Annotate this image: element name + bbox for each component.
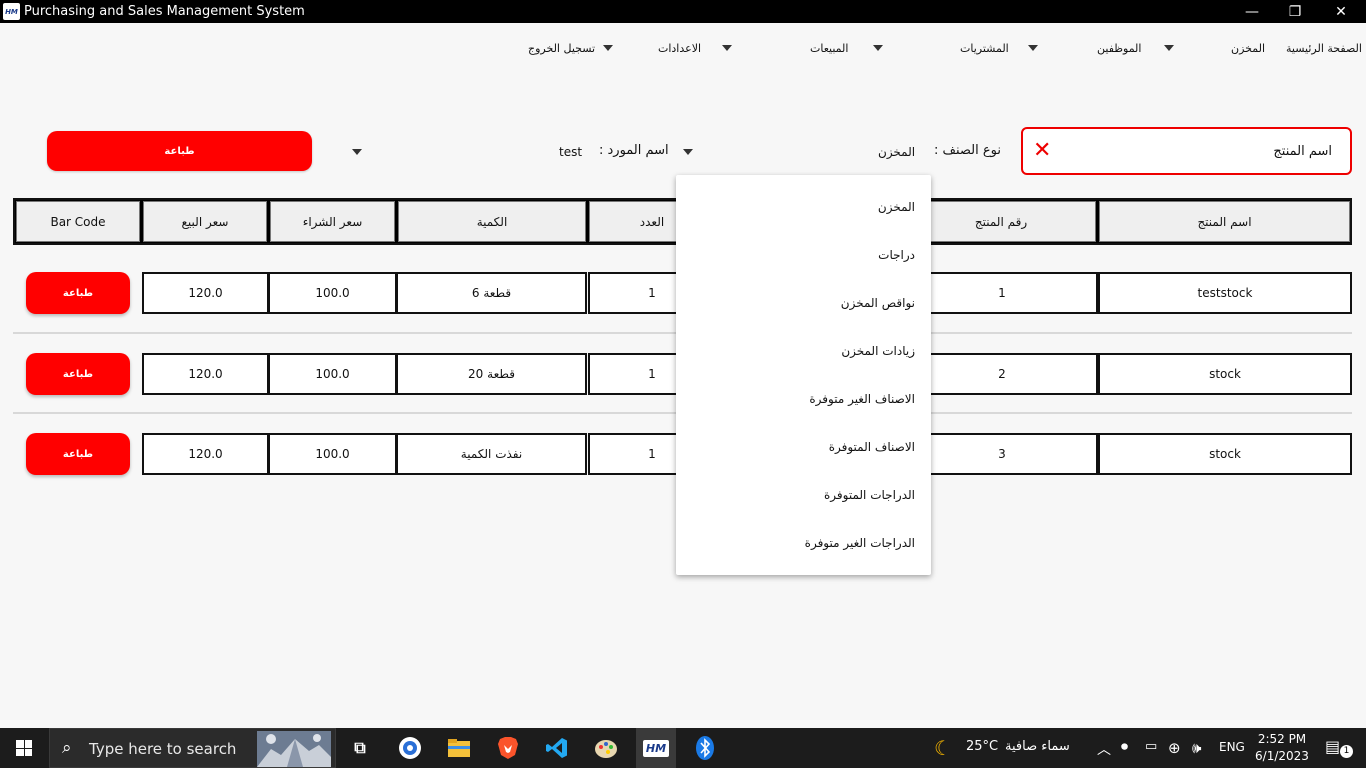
header-buy-price: سعر الشراء (270, 201, 395, 242)
taskbar-search[interactable]: ⌕ Type here to search (49, 728, 336, 768)
dropdown-option[interactable]: زيادات المخزن (841, 344, 915, 358)
speaker-icon[interactable]: 🕪 (1192, 739, 1201, 757)
cell-quantity: نفذت الكمية (396, 433, 587, 475)
cell-product-name: stock (1098, 433, 1352, 475)
supplier-label: اسم المورد : (599, 143, 669, 158)
product-search-input[interactable] (1092, 141, 1332, 161)
header-barcode: Bar Code (16, 201, 140, 242)
cell-quantity: 6 قطعة (396, 272, 587, 314)
windows-icon (16, 740, 32, 756)
clock-time: 2:52 PM (1257, 732, 1307, 746)
menu-settings[interactable]: الاعدادات (658, 40, 701, 56)
weather-temperature[interactable]: 25°C (966, 739, 998, 754)
product-search-field[interactable]: ✕ (1021, 127, 1352, 175)
cell-buy-price: 100.0 (268, 353, 397, 395)
search-icon: ⌕ (62, 738, 72, 758)
menu-employees[interactable]: الموظفين (1097, 40, 1141, 56)
restore-button[interactable]: ❐ (1272, 0, 1318, 23)
menu-logout[interactable]: تسجيل الخروج (528, 40, 595, 56)
paint-app-icon[interactable] (592, 734, 620, 762)
mountain-highlight-icon (257, 731, 331, 767)
clock[interactable]: 2:52 PM 6/1/2023 (1252, 731, 1312, 765)
header-sell-price: سعر البيع (143, 201, 267, 242)
notification-icon[interactable]: ▤ (1325, 737, 1340, 756)
notification-badge: 1 (1340, 745, 1353, 758)
supplier-dropdown-icon[interactable] (352, 149, 362, 155)
chevron-down-icon[interactable] (1028, 45, 1038, 51)
cell-sell-price: 120.0 (142, 433, 269, 475)
search-placeholder: Type here to search (89, 740, 237, 758)
dropdown-option[interactable]: المخزن (878, 200, 915, 214)
chevron-down-icon[interactable] (722, 45, 732, 51)
category-label: نوع الصنف : (934, 143, 1001, 158)
dropdown-option[interactable]: الدراجات المتوفرة (824, 488, 915, 502)
cell-product-number: 2 (906, 353, 1098, 395)
chevron-down-icon[interactable] (603, 45, 613, 51)
title-bar: HM Purchasing and Sales Management Syste… (0, 0, 1366, 23)
cell-buy-price: 100.0 (268, 272, 397, 314)
language-indicator[interactable]: ENG (1219, 740, 1245, 754)
chevron-up-icon[interactable]: ︿ (1097, 739, 1111, 759)
cell-sell-price: 120.0 (142, 353, 269, 395)
moon-weather-icon[interactable]: ☾ (934, 736, 952, 760)
battery-icon[interactable]: ▭ (1145, 739, 1157, 754)
row-print-button[interactable]: طباعة (26, 433, 130, 475)
row-print-button[interactable]: طباعة (26, 272, 130, 314)
weather-description[interactable]: سماء صافية (1005, 739, 1070, 754)
cell-buy-price: 100.0 (268, 433, 397, 475)
vscode-icon[interactable] (543, 734, 571, 762)
dropdown-option[interactable]: دراجات (878, 248, 915, 262)
chevron-down-icon[interactable] (873, 45, 883, 51)
taskbar: ⌕ Type here to search ⧉ HM ☾ 25°C سماء ص… (0, 728, 1366, 768)
header-product-name: اسم المنتج (1099, 201, 1350, 242)
menu-sales[interactable]: المبيعات (810, 40, 848, 56)
task-view-icon[interactable]: ⧉ (346, 734, 374, 762)
cell-product-name: stock (1098, 353, 1352, 395)
file-explorer-icon[interactable] (445, 734, 473, 762)
header-quantity: الكمية (398, 201, 586, 242)
bluetooth-icon[interactable] (691, 734, 719, 762)
category-dropdown-menu: المخزن دراجات نواقص المخزن زيادات المخزن… (676, 175, 931, 575)
chevron-down-icon[interactable] (1164, 45, 1174, 51)
browser-app-icon[interactable] (396, 734, 424, 762)
menu-store[interactable]: المخزن (1231, 40, 1265, 56)
app-logo-icon: HM (3, 3, 20, 20)
dropdown-option[interactable]: الاصناف الغير متوفرة (809, 392, 915, 406)
dropdown-option[interactable]: نواقص المخزن (841, 296, 915, 310)
cell-quantity: 20 قطعة (396, 353, 587, 395)
menu-purchases[interactable]: المشتريات (960, 40, 1009, 56)
supplier-value[interactable]: test (559, 145, 582, 159)
hm-app-taskbar-icon[interactable]: HM (636, 728, 676, 768)
menu-home[interactable]: الصفحة الرئيسية (1286, 40, 1362, 56)
cell-sell-price: 120.0 (142, 272, 269, 314)
window-title: Purchasing and Sales Management System (24, 4, 305, 19)
cell-product-number: 3 (906, 433, 1098, 475)
camera-icon[interactable]: ⏺ (1121, 739, 1128, 755)
row-print-button[interactable]: طباعة (26, 353, 130, 395)
cell-product-number: 1 (906, 272, 1098, 314)
category-dropdown-icon[interactable] (683, 149, 693, 155)
category-value[interactable]: المخزن (878, 145, 915, 159)
minimize-button[interactable]: — (1229, 0, 1275, 23)
dropdown-option[interactable]: الاصناف المتوفرة (829, 440, 915, 454)
cell-product-name: teststock (1098, 272, 1352, 314)
print-all-button[interactable]: طباعة (47, 131, 312, 171)
start-button[interactable] (0, 728, 48, 768)
header-product-number: رقم المنتج (906, 201, 1096, 242)
dropdown-option[interactable]: الدراجات الغير متوفرة (805, 536, 915, 550)
brave-browser-icon[interactable] (494, 734, 522, 762)
clear-search-icon[interactable]: ✕ (1033, 139, 1053, 163)
close-button[interactable]: ✕ (1318, 0, 1364, 23)
clock-date: 6/1/2023 (1255, 749, 1309, 763)
globe-network-icon[interactable]: ⊕ (1168, 739, 1181, 757)
